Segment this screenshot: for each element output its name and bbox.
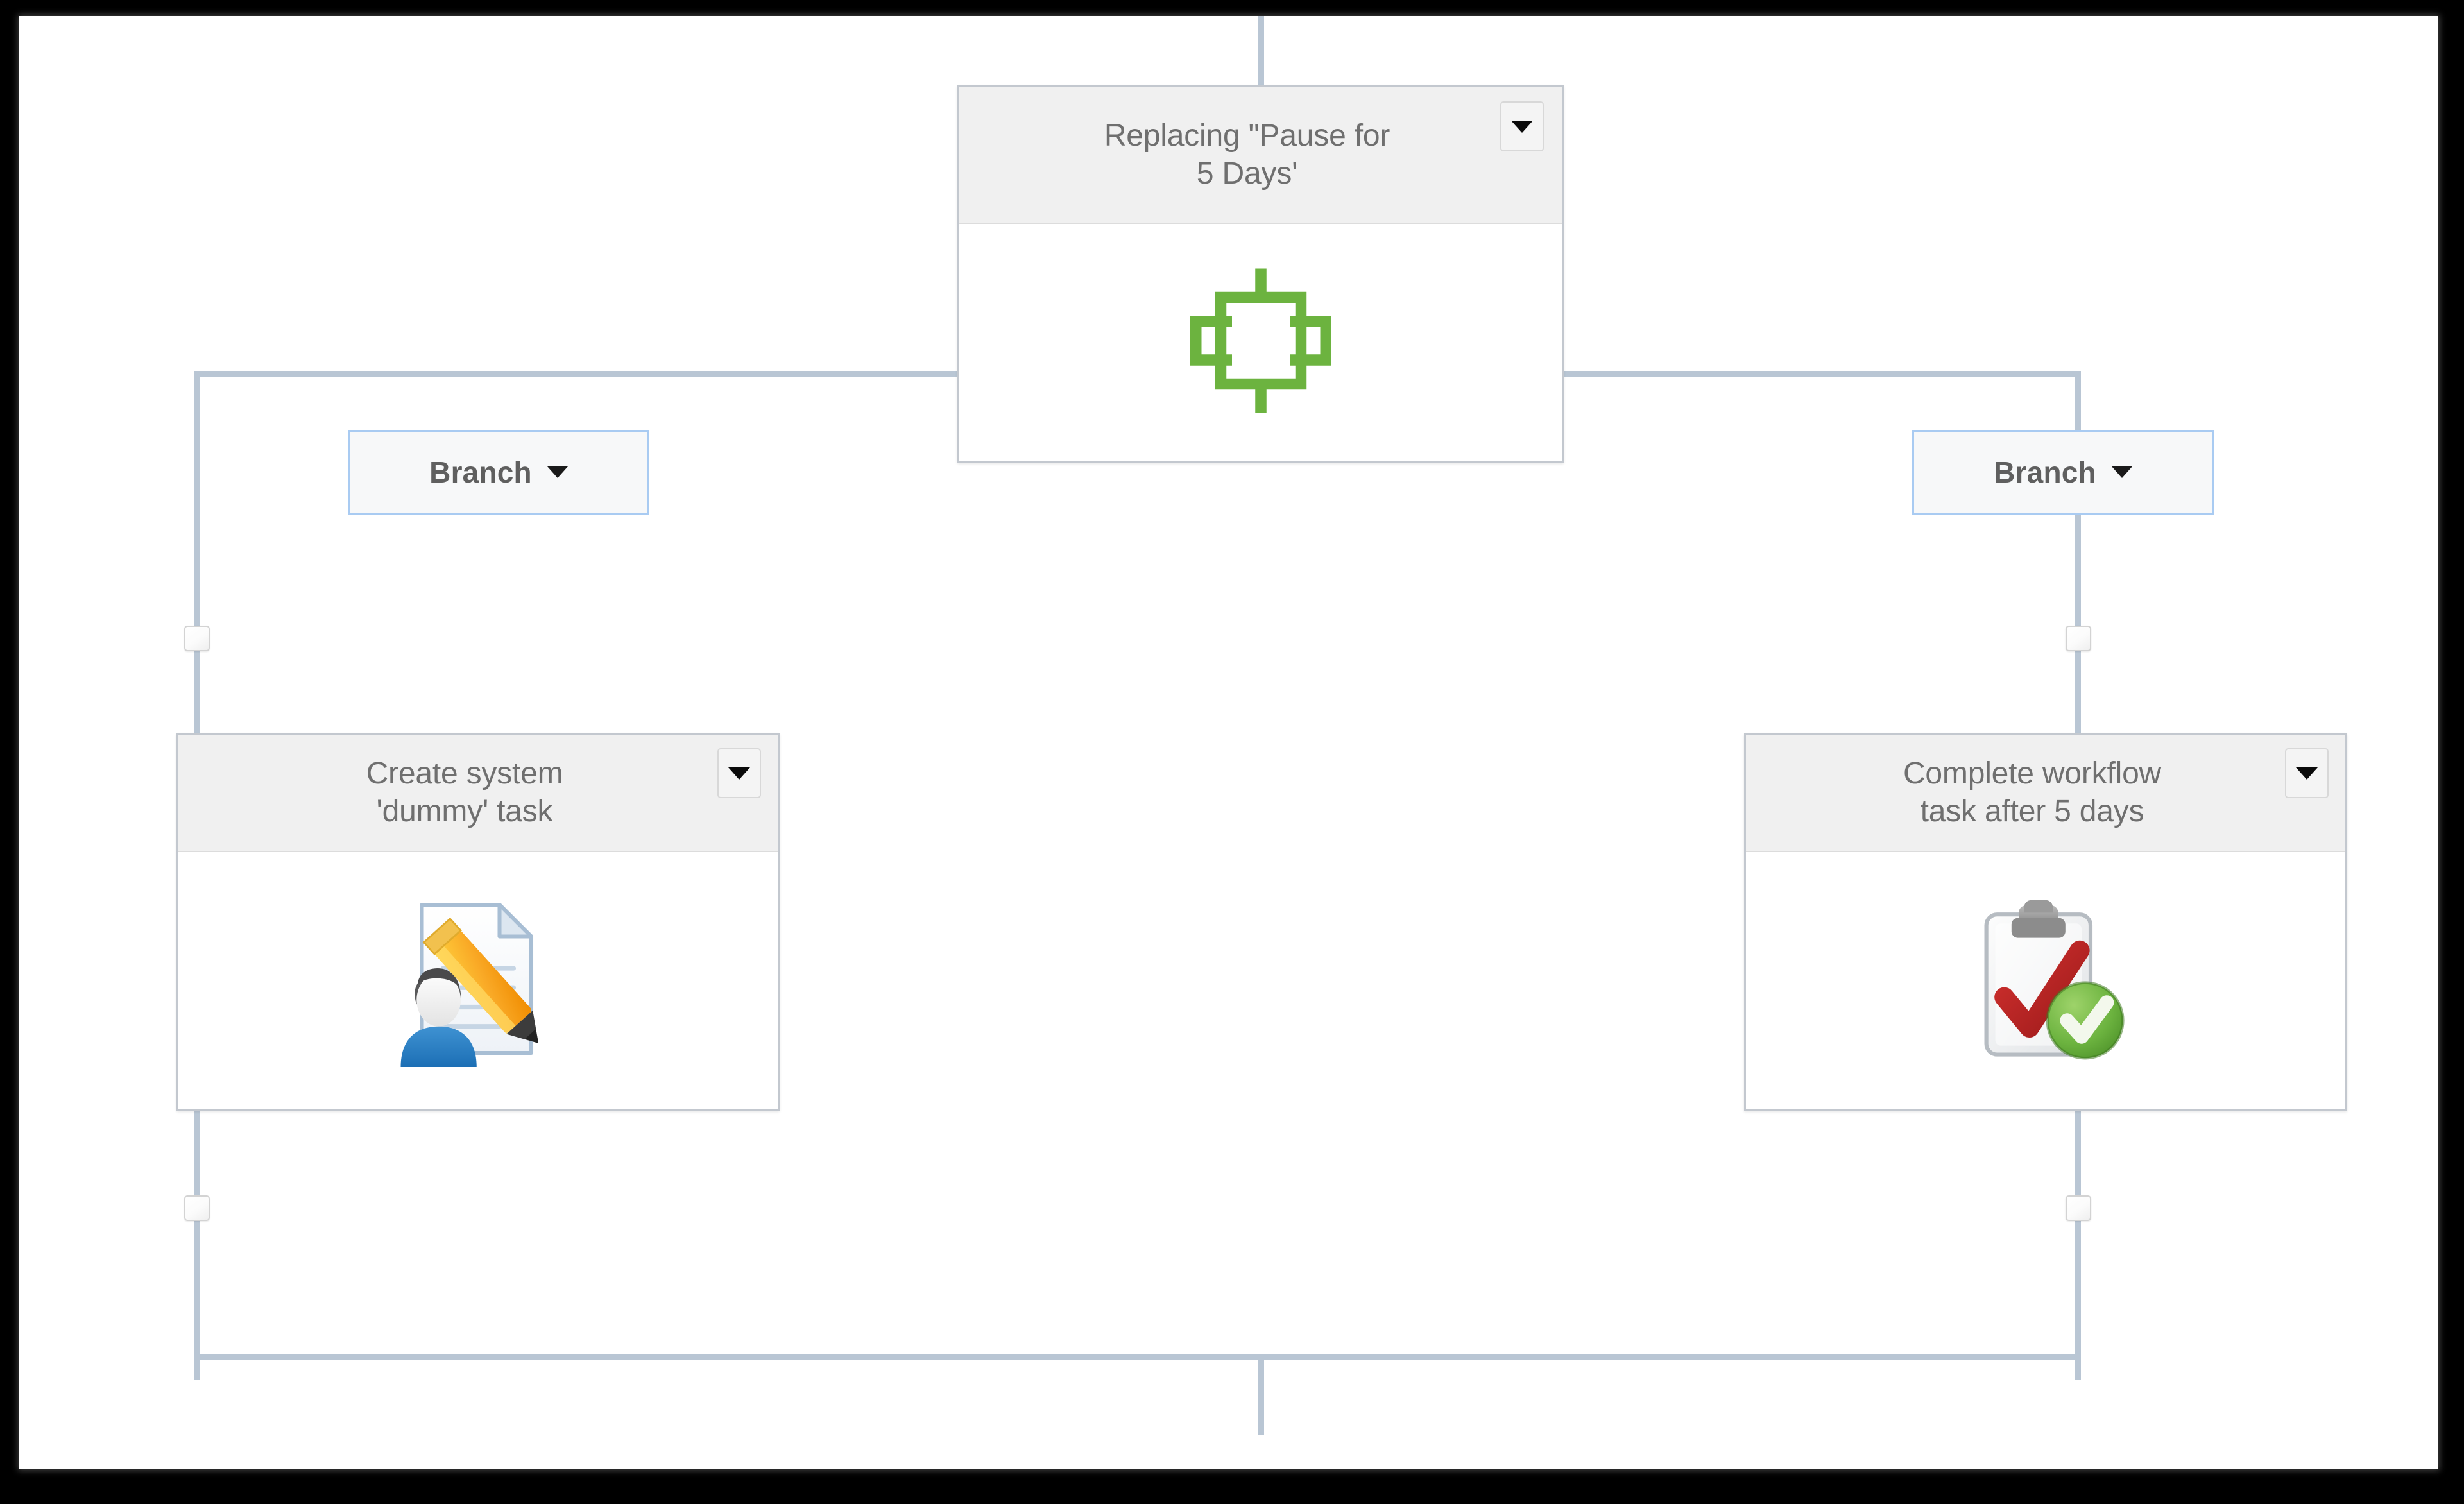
chevron-down-icon bbox=[728, 767, 750, 780]
screenshot-frame: Replacing "Pause for 5 Days' Branch Bran… bbox=[0, 0, 2464, 1504]
chevron-down-icon bbox=[2296, 767, 2318, 780]
chevron-down-icon bbox=[1511, 120, 1533, 133]
connector-right-spine-lower bbox=[2075, 1107, 2081, 1380]
node-right-task-header: Complete workflow task after 5 days bbox=[1746, 735, 2345, 852]
node-left-task-title: Create system 'dummy' task bbox=[366, 756, 563, 828]
node-right-task-title: Complete workflow task after 5 days bbox=[1903, 756, 2162, 828]
branch-label-left[interactable]: Branch bbox=[348, 430, 649, 515]
connector-gateway-left-leg bbox=[194, 371, 200, 447]
connector-left-spine-lower bbox=[194, 1107, 200, 1380]
connector-merge-bus bbox=[194, 1354, 2081, 1360]
create-user-task-icon bbox=[390, 891, 567, 1070]
branch-label-right-text: Branch bbox=[1994, 456, 2096, 489]
node-left-task-body bbox=[178, 852, 778, 1109]
workflow-canvas[interactable]: Replacing "Pause for 5 Days' Branch Bran… bbox=[19, 16, 2438, 1469]
node-left-task-menu-button[interactable] bbox=[717, 748, 761, 798]
node-gateway-title: Replacing "Pause for 5 Days' bbox=[1104, 118, 1390, 191]
node-gateway-header: Replacing "Pause for 5 Days' bbox=[959, 87, 1562, 224]
left-upper-handle[interactable] bbox=[184, 626, 210, 651]
complete-task-clipboard-icon bbox=[1956, 889, 2135, 1072]
connector-left-spine-upper bbox=[194, 440, 200, 754]
chevron-down-icon bbox=[2111, 466, 2132, 478]
node-right-task-body bbox=[1746, 852, 2345, 1109]
left-lower-handle[interactable] bbox=[184, 1195, 210, 1221]
node-gateway-menu-button[interactable] bbox=[1500, 101, 1544, 151]
connector-top-stem bbox=[1258, 16, 1264, 87]
node-left-task[interactable]: Create system 'dummy' task bbox=[176, 733, 780, 1111]
chevron-down-icon bbox=[547, 466, 568, 478]
node-right-task-menu-button[interactable] bbox=[2285, 748, 2329, 798]
right-upper-handle[interactable] bbox=[2066, 626, 2091, 651]
connector-bottom-stem bbox=[1258, 1354, 1264, 1435]
branch-label-left-text: Branch bbox=[429, 456, 532, 489]
right-lower-handle[interactable] bbox=[2066, 1195, 2091, 1221]
branch-label-right[interactable]: Branch bbox=[1912, 430, 2214, 515]
node-right-task[interactable]: Complete workflow task after 5 days bbox=[1744, 733, 2347, 1111]
node-left-task-header: Create system 'dummy' task bbox=[178, 735, 778, 852]
node-gateway-body bbox=[959, 224, 1562, 461]
parallel-branch-gateway-icon bbox=[1181, 261, 1341, 424]
node-gateway[interactable]: Replacing "Pause for 5 Days' bbox=[957, 85, 1564, 463]
